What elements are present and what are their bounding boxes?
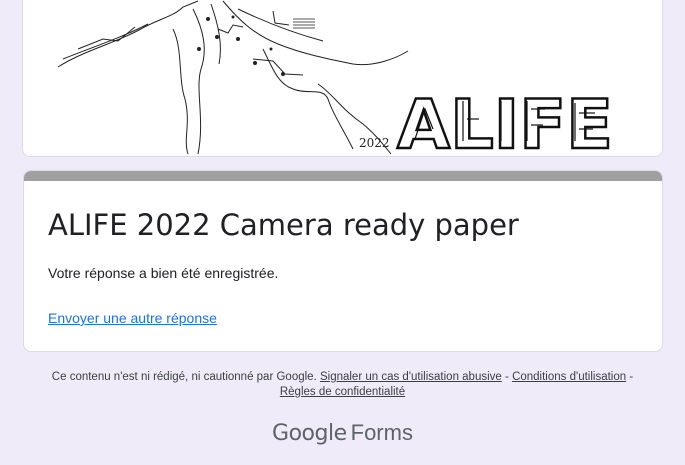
privacy-policy-link[interactable]: Règles de confidentialité — [280, 386, 405, 398]
footer: Ce contenu n'est ni rédigé, ni cautionné… — [0, 370, 685, 400]
confirmation-message: Votre réponse a bien été enregistrée. — [48, 265, 279, 281]
form-title: ALIFE 2022 Camera ready paper — [48, 208, 519, 242]
footer-disclaimer: Ce contenu n'est ni rédigé, ni cautionné… — [51, 371, 317, 383]
alife-banner-image: 2022 ALIFE — [57, 0, 614, 156]
terms-of-service-link[interactable]: Conditions d'utilisation — [512, 371, 626, 383]
report-abuse-link[interactable]: Signaler un cas d'utilisation abusive — [320, 371, 502, 383]
header-banner-card: 2022 ALIFE — [22, 0, 663, 157]
footer-separator: - — [629, 371, 634, 383]
footer-separator: - — [505, 371, 509, 383]
card-accent-bar — [24, 171, 662, 181]
google-wordmark: Google — [272, 421, 347, 446]
confirmation-card: ALIFE 2022 Camera ready paper Votre répo… — [23, 170, 663, 352]
banner-year: 2022 — [359, 136, 390, 150]
submit-another-response-link[interactable]: Envoyer une autre réponse — [48, 310, 217, 326]
google-forms-logo[interactable]: Google Forms — [0, 420, 685, 446]
forms-wordmark: Forms — [350, 420, 413, 445]
